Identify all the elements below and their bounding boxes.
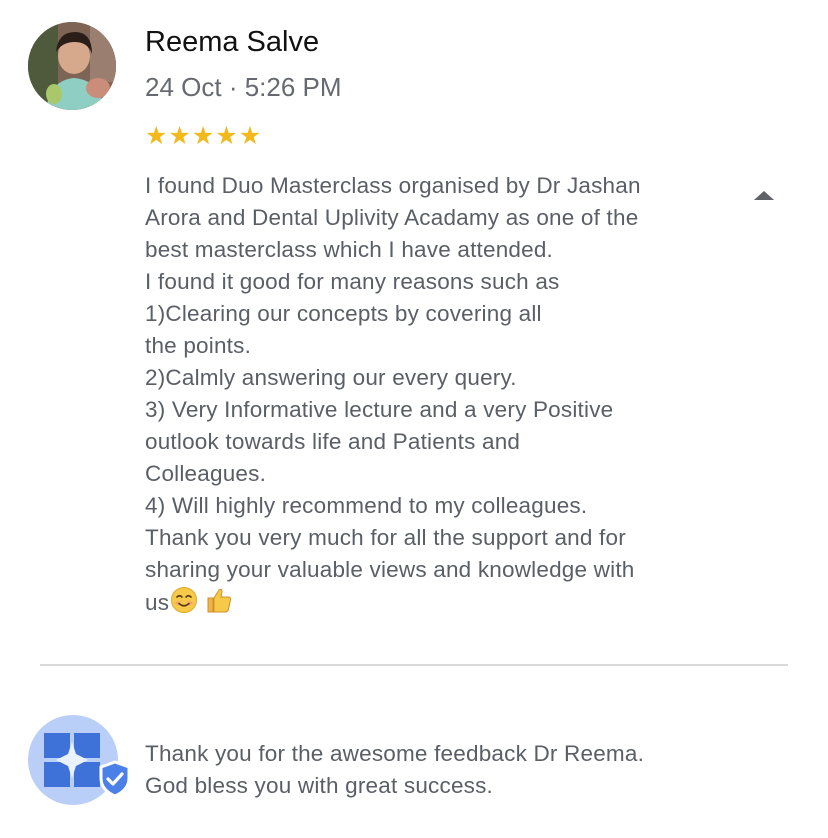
review-text-line-content: best masterclass which I have attended. xyxy=(145,237,554,262)
review-date: 24 Oct · 5:26 PM xyxy=(145,72,342,102)
star-rating: ★ ★ ★ ★ ★ xyxy=(145,121,261,151)
review-text-line-content: the points. xyxy=(145,333,252,358)
star-icon: ★ xyxy=(145,122,168,150)
review-text-line-content: 2)Calmly answering our every query. xyxy=(145,365,517,390)
review-text-line: the points. xyxy=(145,330,725,362)
review-text-line: I found Duo Masterclass organised by Dr … xyxy=(145,170,725,202)
review-text-line: I found it good for many reasons such as xyxy=(145,266,725,298)
business-profile-icon xyxy=(44,733,100,787)
review-text-line: outlook towards life and Patients and xyxy=(145,426,725,458)
review-text-line-content: 3) Very Informative lecture and a very P… xyxy=(145,397,614,422)
verified-shield-icon xyxy=(99,760,131,798)
collapse-toggle-button[interactable] xyxy=(748,183,780,207)
review-text-line: us xyxy=(145,586,725,619)
reviewer-name[interactable]: Reema Salve xyxy=(145,24,319,60)
reply-text: Thank you for the awesome feedback Dr Re… xyxy=(145,738,644,802)
review-text-line-content: I found Duo Masterclass organised by Dr … xyxy=(145,173,641,198)
review-text-line: 4) Will highly recommend to my colleague… xyxy=(145,490,725,522)
review-text-line: 1)Clearing our concepts by covering all xyxy=(145,298,725,330)
review-text-line: 3) Very Informative lecture and a very P… xyxy=(145,394,725,426)
thumbs-up-emoji xyxy=(207,588,232,613)
star-icon: ★ xyxy=(238,122,262,150)
owner-reply: Thank you for the awesome feedback Dr Re… xyxy=(0,700,828,830)
divider xyxy=(40,664,788,666)
smiling-face-emoji xyxy=(171,587,198,613)
reply-text-line: Thank you for the awesome feedback Dr Re… xyxy=(145,741,645,766)
review-text-line: Thank you very much for all the support … xyxy=(145,522,725,554)
review-text-line-content: Arora and Dental Uplivity Acadamy as one… xyxy=(145,205,639,230)
star-icon: ★ xyxy=(168,122,191,150)
review-text-line-content: Colleagues. xyxy=(145,461,267,486)
review-text-line: Arora and Dental Uplivity Acadamy as one… xyxy=(145,202,725,234)
star-icon: ★ xyxy=(215,122,238,150)
review-text-line-content: I found it good for many reasons such as xyxy=(145,269,560,294)
reviewer-avatar[interactable] xyxy=(28,22,116,110)
reply-text-line: God bless you with great success. xyxy=(145,773,494,798)
caret-up-icon xyxy=(754,191,774,200)
review-text-line-content: Thank you very much for all the support … xyxy=(145,525,626,550)
review-text-line: sharing your valuable views and knowledg… xyxy=(145,554,725,586)
review-text-line: best masterclass which I have attended. xyxy=(145,234,725,266)
review-text-line-content: 1)Clearing our concepts by covering all xyxy=(145,301,542,326)
review-card: Reema Salve 24 Oct · 5:26 PM ★ ★ ★ ★ ★ I fou… xyxy=(0,0,828,665)
review-text-line-content: us xyxy=(145,590,170,615)
star-icon: ★ xyxy=(191,122,215,150)
review-text-line-content: outlook towards life and Patients and xyxy=(145,429,521,454)
review-text: I found Duo Masterclass organised by Dr … xyxy=(145,170,725,619)
review-text-line: Colleagues. xyxy=(145,458,725,490)
review-text-line-content: sharing your valuable views and knowledg… xyxy=(145,557,635,582)
review-text-line-content: 4) Will highly recommend to my colleague… xyxy=(145,493,588,518)
review-text-line: 2)Calmly answering our every query. xyxy=(145,362,725,394)
